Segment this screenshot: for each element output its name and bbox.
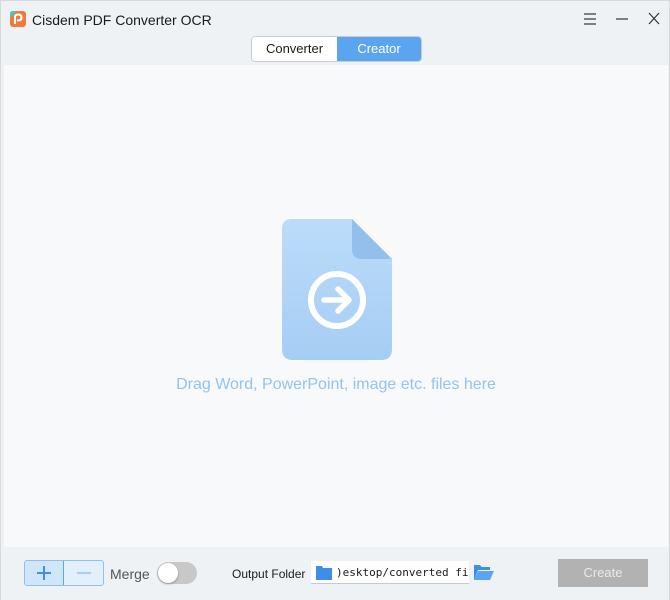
menu-button[interactable]: [579, 9, 601, 29]
toggle-knob: [158, 563, 178, 583]
hamburger-menu-icon: [584, 13, 596, 25]
bottom-toolbar: Merge Output Folder )esktop/converted fi…: [1, 547, 669, 600]
create-button[interactable]: Create: [558, 559, 648, 587]
merge-label: Merge: [110, 566, 150, 582]
tab-converter[interactable]: Converter: [252, 37, 337, 61]
open-folder-icon: [474, 565, 494, 580]
close-button[interactable]: [643, 9, 665, 29]
tab-creator[interactable]: Creator: [337, 37, 421, 61]
minimize-button[interactable]: [611, 9, 633, 29]
output-folder-label: Output Folder: [232, 567, 306, 581]
output-path-text: )esktop/converted file: [336, 566, 469, 579]
cisdem-logo-icon: [10, 11, 26, 27]
merge-toggle[interactable]: [157, 562, 197, 584]
minus-icon: [76, 572, 91, 574]
file-arrow-right-icon: [282, 219, 392, 361]
folder-icon: [316, 564, 332, 583]
mode-tabs: Converter Creator: [251, 36, 422, 62]
browse-folder-button[interactable]: [473, 562, 495, 582]
add-file-button[interactable]: [25, 561, 64, 585]
file-drop-area[interactable]: Drag Word, PowerPoint, image etc. files …: [4, 65, 668, 547]
minimize-icon: [616, 18, 628, 20]
output-path-field[interactable]: )esktop/converted file: [311, 561, 469, 584]
close-icon: [648, 12, 660, 25]
drop-hint: Drag Word, PowerPoint, image etc. files …: [176, 376, 496, 393]
remove-file-button[interactable]: [64, 561, 103, 585]
plus-icon: [37, 566, 51, 580]
title-bar: Cisdem PDF Converter OCR: [1, 1, 669, 37]
add-remove-group: [24, 560, 104, 586]
app-window: Cisdem PDF Converter OCR Converter Creat…: [0, 0, 670, 600]
app-title: Cisdem PDF Converter OCR: [32, 12, 212, 28]
